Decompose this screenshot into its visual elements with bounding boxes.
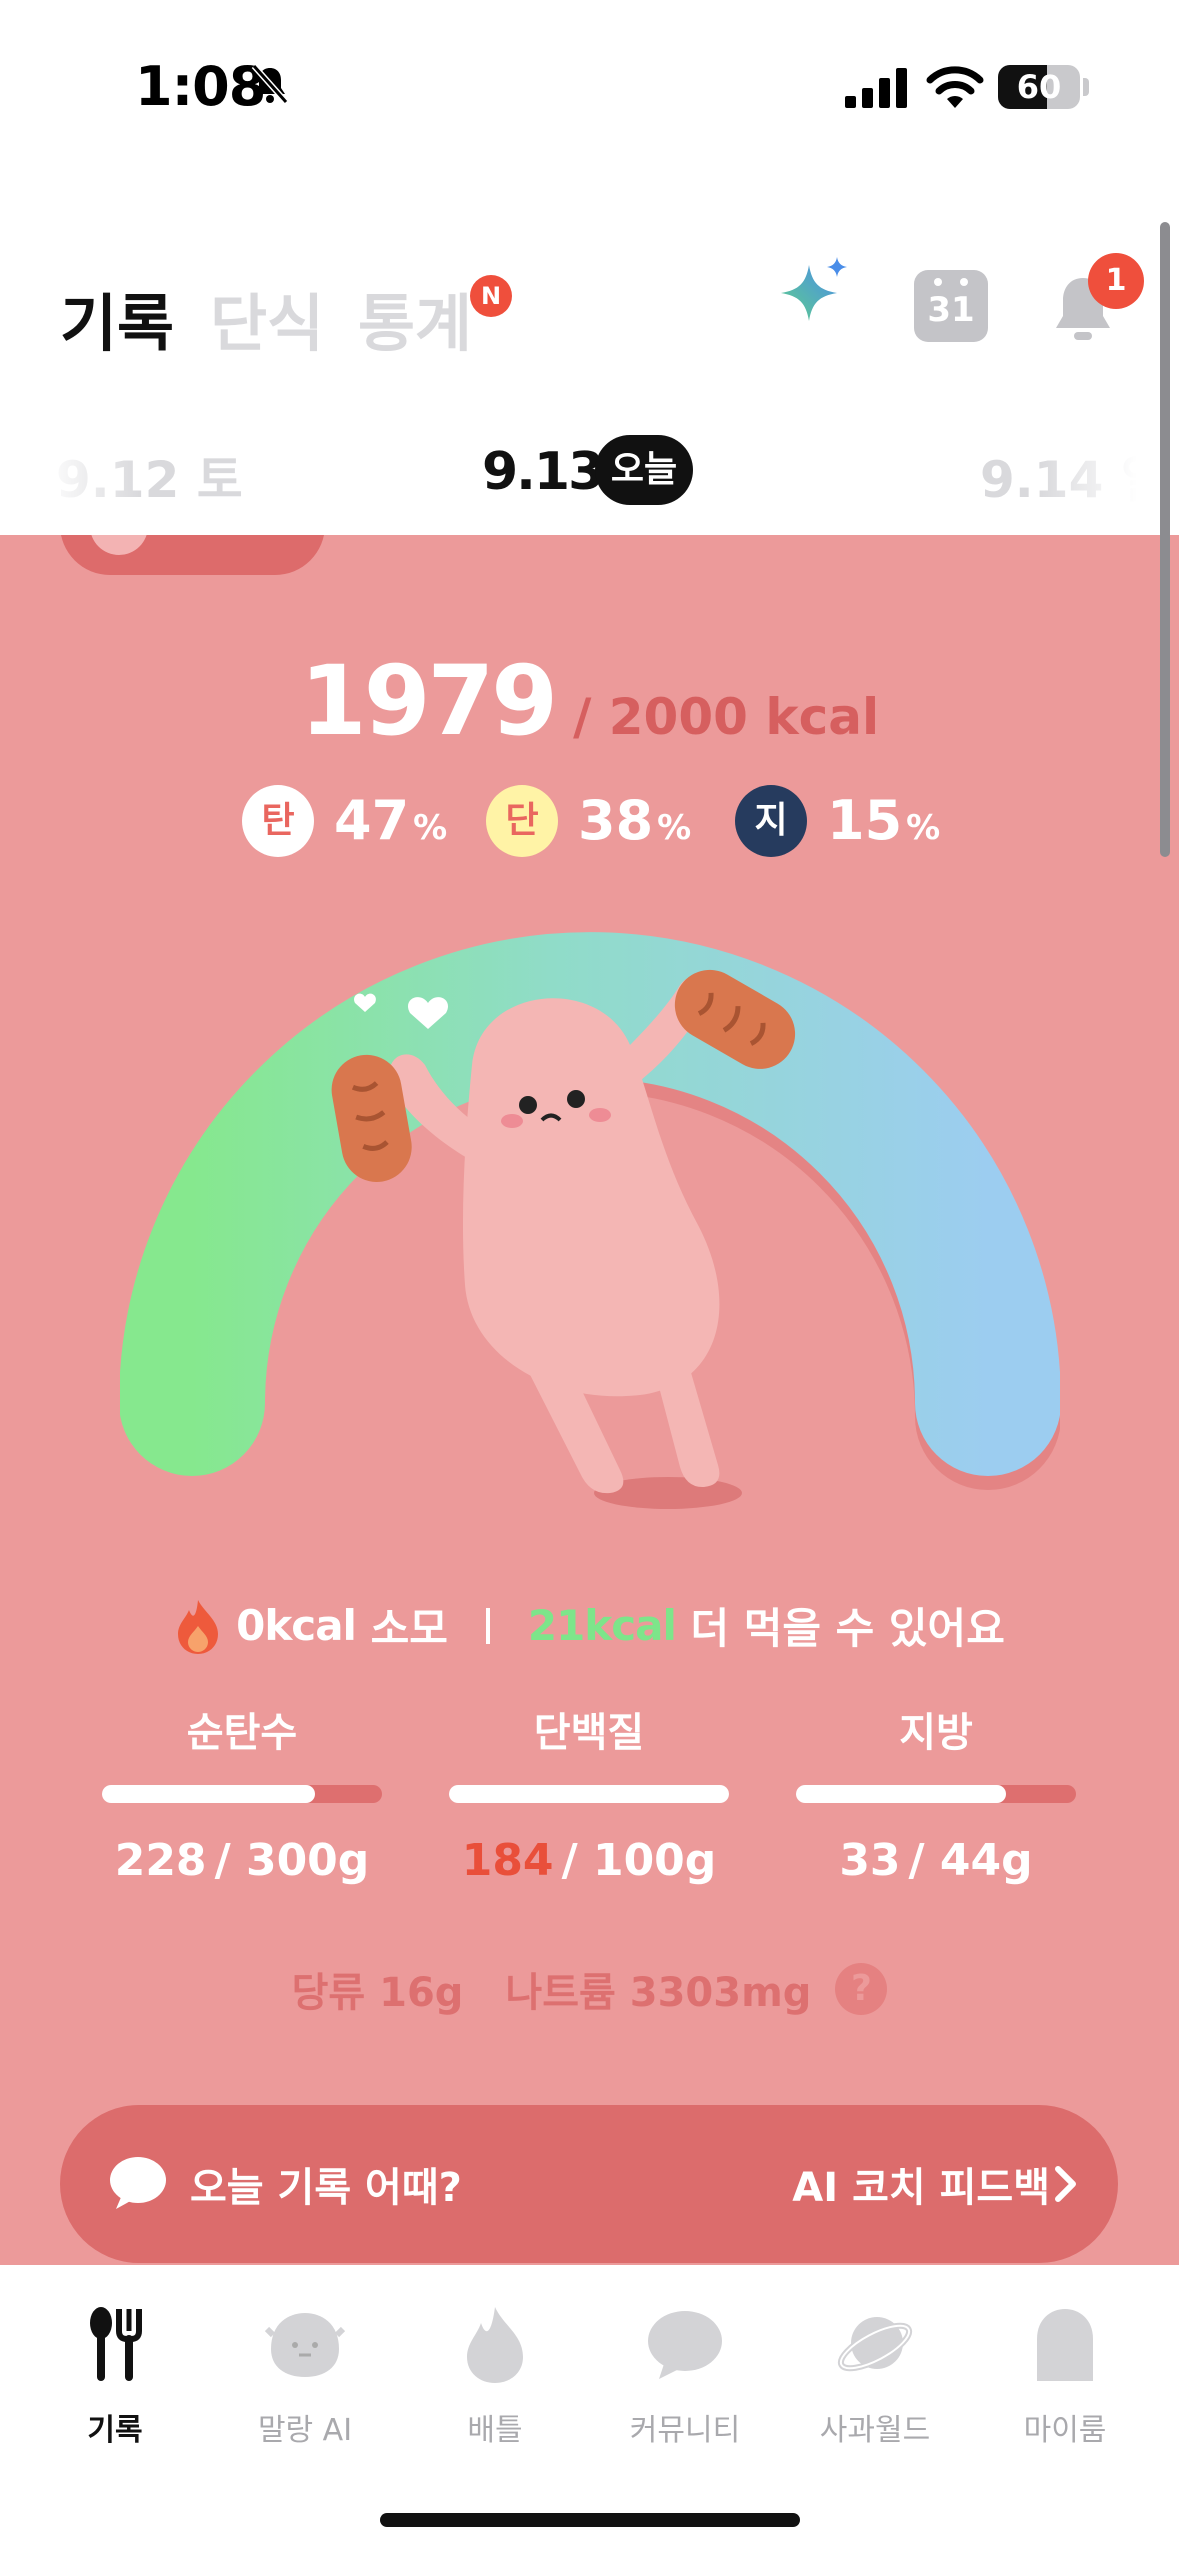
nutrient-label: 지방 bbox=[899, 1710, 973, 1756]
nutrient-goal: / 100g bbox=[561, 1835, 717, 1886]
macro-carb-dot: 탄 bbox=[242, 785, 314, 857]
macro-protein-dot: 단 bbox=[486, 785, 558, 857]
help-icon[interactable]: ? bbox=[835, 1963, 888, 2015]
ghost-icon bbox=[1037, 2309, 1093, 2381]
calorie-summary: 1979 / 2000 kcal bbox=[0, 645, 1179, 757]
nutrient-protein: 단백질 184/ 100g bbox=[449, 1700, 729, 1886]
tab-fasting[interactable]: 단식 bbox=[210, 273, 324, 363]
tab-stats[interactable]: 통계 bbox=[358, 273, 472, 363]
nav-community[interactable]: 커뮤니티 bbox=[590, 2305, 780, 2448]
nutrient-current: 228 bbox=[114, 1835, 207, 1886]
macro-carb-value: 47% bbox=[334, 789, 448, 852]
nutrient-label: 순탄수 bbox=[186, 1710, 298, 1756]
nutrient-value: 184/ 100g bbox=[449, 1835, 729, 1886]
nav-battle[interactable]: 배틀 bbox=[400, 2305, 590, 2448]
scrollbar[interactable] bbox=[1160, 222, 1170, 857]
nutrient-progress-track bbox=[449, 1785, 729, 1803]
kcal-eaten: 1979 bbox=[299, 645, 558, 757]
status-time: 1:08 bbox=[135, 55, 266, 118]
kcal-goal: / 2000 kcal bbox=[573, 688, 880, 746]
extra-nutrients: 당류 16g 나트륨 3303mg? bbox=[0, 1960, 1179, 2018]
blob-face-icon bbox=[265, 2313, 345, 2377]
date-navigator: 9.12 토 9.13 오늘 9.14 일 bbox=[0, 420, 1179, 530]
burned-suffix: 소모 bbox=[370, 1604, 448, 1653]
nutrient-progress-fill bbox=[796, 1785, 1006, 1803]
nutrient-progress-track bbox=[796, 1785, 1076, 1803]
wifi-icon bbox=[926, 66, 984, 108]
date-current: 9.13 bbox=[482, 442, 604, 502]
nav-label: 사과월드 bbox=[819, 2413, 931, 2448]
nav-my-room[interactable]: 마이룸 bbox=[970, 2305, 1160, 2448]
nutrient-progress-fill bbox=[102, 1785, 315, 1803]
nutrient-current: 33 bbox=[839, 1835, 901, 1886]
today-button[interactable]: 오늘 bbox=[595, 435, 693, 505]
home-indicator[interactable] bbox=[380, 2513, 800, 2527]
fork-knife-icon bbox=[90, 2307, 142, 2381]
nav-label: 커뮤니티 bbox=[629, 2413, 741, 2448]
calendar-icon[interactable]: 31 bbox=[914, 270, 988, 342]
header: 기록 단식 통계 N 31 1 9.12 토 9.13 오늘 9.14 일 bbox=[0, 175, 1179, 535]
nutrient-current: 184 bbox=[461, 1835, 554, 1886]
nutrient-progress-track bbox=[102, 1785, 382, 1803]
nutrient-label: 단백질 bbox=[533, 1710, 645, 1756]
ai-sparkle-icon[interactable] bbox=[775, 253, 855, 333]
flame-icon bbox=[178, 1599, 219, 1654]
chevron-right-icon bbox=[1055, 2166, 1076, 2202]
planet-icon bbox=[837, 2317, 913, 2372]
nav-record[interactable]: 기록 bbox=[20, 2305, 210, 2448]
remaining-kcal: 21kcal bbox=[527, 1601, 677, 1650]
battery-percent: 60 bbox=[1016, 68, 1062, 106]
sodium-value: 나트륨 3303mg bbox=[505, 1970, 812, 2016]
coach-link-label: AI 코치 피드백 bbox=[792, 2165, 1050, 2211]
burned-kcal: 0kcal bbox=[236, 1601, 357, 1650]
nav-malang-ai[interactable]: 말랑 AI bbox=[210, 2305, 400, 2448]
nutrient-value: 33/ 44g bbox=[796, 1835, 1076, 1886]
flame-icon bbox=[467, 2307, 523, 2383]
notification-count-badge: 1 bbox=[1088, 253, 1144, 309]
new-badge: N bbox=[470, 275, 512, 317]
calorie-gauge bbox=[120, 932, 1060, 1509]
nutrient-value: 228/ 300g bbox=[102, 1835, 382, 1886]
nutrient-goal: / 44g bbox=[908, 1835, 1033, 1886]
nutrient-carb: 순탄수 228/ 300g bbox=[102, 1700, 382, 1886]
tab-record[interactable]: 기록 bbox=[60, 273, 174, 363]
nav-label: 마이룸 bbox=[1023, 2413, 1107, 2448]
fade-left bbox=[0, 420, 140, 530]
scrolled-pill bbox=[60, 535, 325, 575]
status-bar: 1:08 60 bbox=[0, 0, 1179, 175]
nav-apple-world[interactable]: 사과월드 bbox=[780, 2305, 970, 2448]
coach-question: 오늘 기록 어때? bbox=[190, 2165, 462, 2211]
nav-label: 기록 bbox=[87, 2413, 143, 2448]
battery-tip bbox=[1083, 78, 1089, 96]
nutrient-progress-fill bbox=[449, 1785, 729, 1803]
burn-remaining-row: 0kcal 소모 21kcal 더 먹을 수 있어요 bbox=[0, 1595, 1179, 1665]
battery-icon: 60 bbox=[998, 65, 1080, 109]
nutrient-goal: / 300g bbox=[214, 1835, 370, 1886]
fade-right bbox=[1039, 420, 1179, 530]
macro-protein-value: 38% bbox=[578, 789, 692, 852]
divider bbox=[485, 1607, 490, 1644]
remaining-suffix: 더 먹을 수 있어요 bbox=[690, 1604, 1005, 1653]
nav-label: 말랑 AI bbox=[257, 2413, 353, 2448]
cellular-signal-icon bbox=[845, 68, 907, 108]
ai-coach-feedback-button[interactable]: 오늘 기록 어때? AI 코치 피드백 bbox=[60, 2105, 1118, 2263]
nav-label: 배틀 bbox=[467, 2413, 523, 2448]
bell-off-icon bbox=[251, 64, 289, 104]
daily-summary-card: 1979 / 2000 kcal 탄 47% 단 38% 지 15% 0kcal … bbox=[0, 535, 1179, 2265]
chat-bubble-icon bbox=[648, 2311, 722, 2379]
chat-bubble-icon bbox=[110, 2157, 166, 2209]
macro-fat-value: 15% bbox=[827, 789, 941, 852]
macro-fat-dot: 지 bbox=[735, 785, 807, 857]
nutrient-fat: 지방 33/ 44g bbox=[796, 1700, 1076, 1886]
sugar-value: 당류 16g bbox=[291, 1970, 464, 2016]
